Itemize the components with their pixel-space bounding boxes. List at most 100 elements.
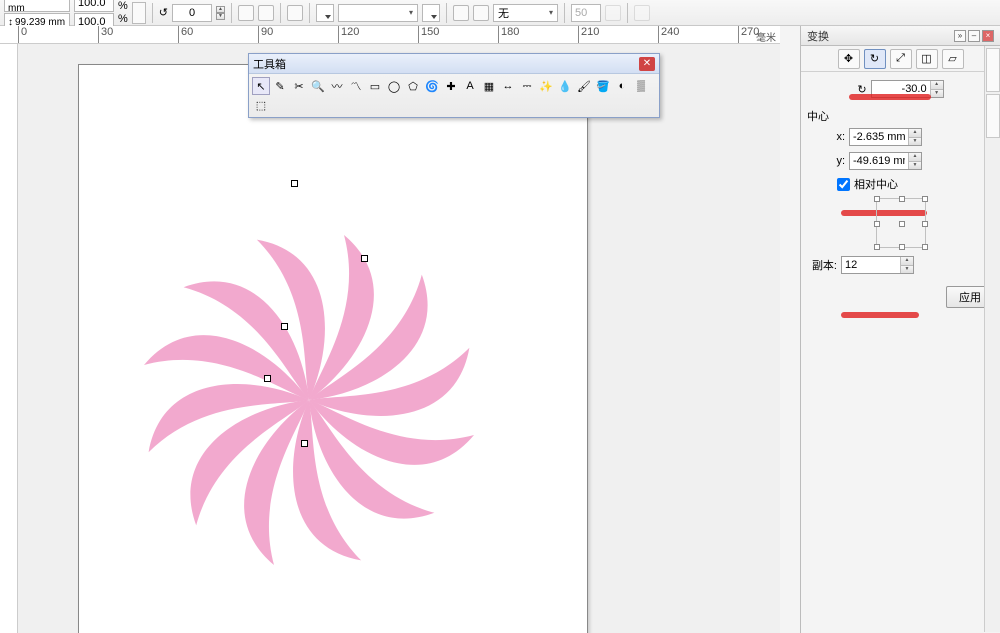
size-tab[interactable]: ◫ <box>916 49 938 69</box>
rectangle-tool[interactable]: ◯ <box>385 77 403 95</box>
scale-x-field[interactable]: 100.0 <box>74 0 114 12</box>
outline-width-label: 无 <box>498 5 509 21</box>
ruler-mark: 0 <box>21 26 27 38</box>
selection-handle[interactable] <box>291 180 298 187</box>
selection-handle[interactable] <box>264 375 271 382</box>
media-tool[interactable]: ▭ <box>366 77 384 95</box>
copies-field[interactable]: ▲▼ <box>841 256 914 274</box>
docker-close-icon[interactable]: × <box>982 30 994 42</box>
mesh-tool[interactable]: ⬚ <box>252 96 270 114</box>
canvas-viewport[interactable] <box>18 44 780 633</box>
horizontal-ruler[interactable]: 0 30 60 90 120 150 180 210 240 270 毫米 <box>0 26 780 44</box>
ruler-mark: 60 <box>181 26 193 38</box>
disabled-field: 50 <box>571 4 601 22</box>
center-y-spinner[interactable]: ▲▼ <box>908 153 921 169</box>
convert-button <box>634 5 650 21</box>
vertical-ruler[interactable] <box>0 44 18 633</box>
anchor-point[interactable] <box>922 244 928 250</box>
side-dock-strip <box>984 46 1000 632</box>
wrap-button[interactable] <box>453 5 469 21</box>
polygon-tool[interactable]: 🌀 <box>423 77 441 95</box>
shape-tool[interactable]: ✎ <box>271 77 289 95</box>
toolbox-titlebar[interactable]: 工具箱 ✕ <box>249 54 659 74</box>
docker-header[interactable]: 变换 » – × <box>801 26 1000 46</box>
align-button[interactable] <box>287 5 303 21</box>
ruler-mark: 90 <box>261 26 273 38</box>
text-tool[interactable]: ▦ <box>480 77 498 95</box>
effects-tool[interactable]: 💧 <box>556 77 574 95</box>
toolbox-title-label: 工具箱 <box>253 56 286 72</box>
rotate-icon: ↻ <box>870 52 879 65</box>
ruler-mark: 30 <box>101 26 113 38</box>
move-tab[interactable]: ✥ <box>838 49 860 69</box>
spiral-tool[interactable]: ✚ <box>442 77 460 95</box>
flower-artwork[interactable] <box>84 175 534 628</box>
anchor-point[interactable] <box>922 196 928 202</box>
center-x-field[interactable]: ▲▼ <box>849 128 922 146</box>
selection-handle[interactable] <box>301 440 308 447</box>
anchor-point[interactable] <box>874 221 880 227</box>
center-y-input[interactable] <box>850 153 908 169</box>
pick-tool[interactable]: ↖ <box>252 77 270 95</box>
transparency-tool[interactable]: ▒ <box>632 77 650 95</box>
disabled-button <box>605 5 621 21</box>
arrow-end-dropdown[interactable] <box>422 4 440 22</box>
fill-tool[interactable]: 🪣 <box>594 77 612 95</box>
line-style-dropdown[interactable] <box>338 4 418 22</box>
ruler-mark: 120 <box>341 26 359 38</box>
anchor-point[interactable] <box>899 221 905 227</box>
arrow-start-dropdown[interactable] <box>316 4 334 22</box>
bezier-tool[interactable]: 〽 <box>347 77 365 95</box>
outline-width-dropdown[interactable]: 无 <box>493 4 558 22</box>
drawing-page[interactable] <box>78 64 588 633</box>
width-field[interactable]: 33.764 mm <box>4 0 70 12</box>
rotation-field[interactable]: 0 <box>172 4 212 22</box>
ellipse-tool[interactable]: ⬠ <box>404 77 422 95</box>
dock-tab[interactable] <box>986 48 1000 92</box>
rotate-tab[interactable]: ↻ <box>864 49 886 69</box>
connector-tool[interactable]: ✨ <box>537 77 555 95</box>
selection-handle[interactable] <box>361 255 368 262</box>
eyedropper-tool[interactable]: 🖌 <box>575 77 593 95</box>
dock-tab[interactable] <box>986 94 1000 138</box>
lock-ratio-button[interactable] <box>132 2 146 24</box>
copies-spinner[interactable]: ▲▼ <box>900 257 913 273</box>
docker-collapse-icon[interactable]: » <box>954 30 966 42</box>
scale-tab[interactable]: ⤢ <box>890 49 912 69</box>
copies-input[interactable] <box>842 257 900 273</box>
center-x-input[interactable] <box>850 129 908 145</box>
table-tool[interactable]: ↔ <box>499 77 517 95</box>
docker-minimize-icon[interactable]: – <box>968 30 980 42</box>
docker-title: 变换 <box>807 28 829 44</box>
rotation-spinner[interactable]: ▲▼ <box>216 6 225 20</box>
dimension-tool[interactable]: ⎓ <box>518 77 536 95</box>
apply-label: 应用 <box>959 292 981 304</box>
mirror-v-button[interactable] <box>258 5 274 21</box>
outline-tool[interactable]: ◐ <box>613 77 631 95</box>
center-x-spinner[interactable]: ▲▼ <box>908 129 921 145</box>
mirror-h-button[interactable] <box>238 5 254 21</box>
zoom-tool[interactable]: 🔍 <box>309 77 327 95</box>
anchor-point[interactable] <box>874 244 880 250</box>
close-icon[interactable]: ✕ <box>639 57 655 71</box>
anchor-point[interactable] <box>922 221 928 227</box>
freehand-tool[interactable]: 〰 <box>328 77 346 95</box>
relative-center-label: 相对中心 <box>854 176 898 192</box>
graph-tool[interactable]: A <box>461 77 479 95</box>
ruler-unit-label: 毫米 <box>756 29 776 44</box>
crop-tool[interactable]: ✂ <box>290 77 308 95</box>
anchor-point[interactable] <box>899 244 905 250</box>
anchor-origin-grid[interactable] <box>876 198 926 248</box>
center-label: 中心 <box>807 111 829 123</box>
anchor-point[interactable] <box>899 196 905 202</box>
separator <box>446 3 447 23</box>
center-y-field[interactable]: ▲▼ <box>849 152 922 170</box>
skew-tab[interactable]: ▱ <box>942 49 964 69</box>
toolbox-window[interactable]: 工具箱 ✕ ↖✎✂🔍〰〽▭◯⬠🌀✚A▦↔⎓✨💧🖌🪣◐▒ ⬚ <box>248 53 660 118</box>
angle-spinner[interactable]: ▲▼ <box>930 81 943 97</box>
anchor-point[interactable] <box>874 196 880 202</box>
separator <box>231 3 232 23</box>
selection-handle[interactable] <box>281 323 288 330</box>
rotation-icon: ↺ <box>159 6 168 19</box>
relative-center-checkbox[interactable] <box>837 178 850 191</box>
